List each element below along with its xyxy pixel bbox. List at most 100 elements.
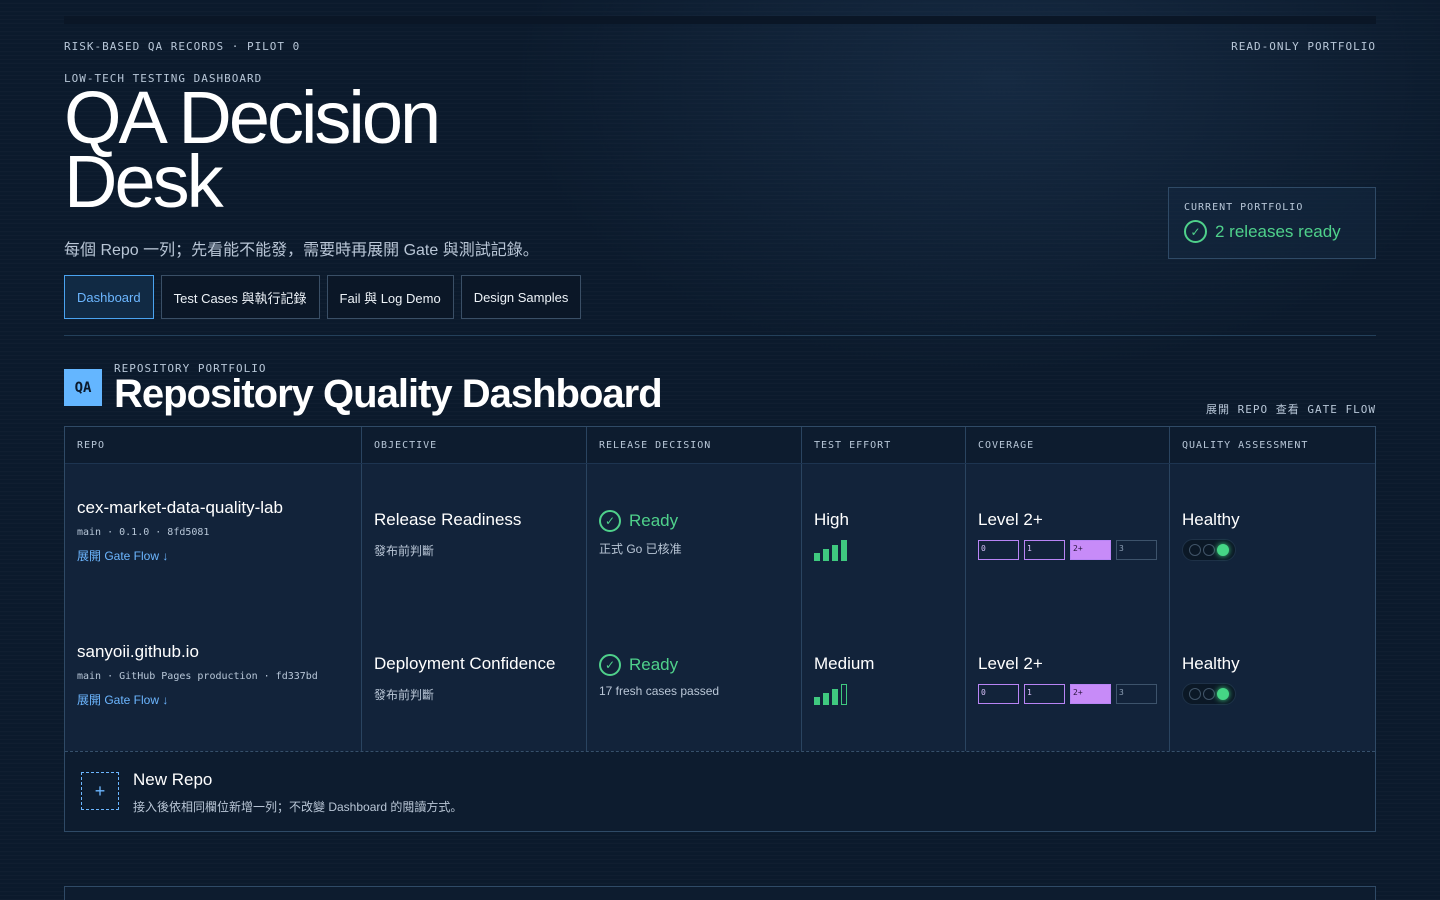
assessment-label: Healthy [1182,510,1240,529]
effort-bars [814,539,953,561]
effort-bar [814,553,820,561]
repo-column: cex-market-data-quality-lab main · 0.1.0… [65,464,362,752]
coverage-cell: Level 2+ 0 1 2+ 3 [978,510,1157,560]
status-light [1189,688,1201,700]
column-header-objective: OBJECTIVE [362,427,587,463]
page-title: QA Decision Desk [64,76,441,223]
decision-label: Ready [629,655,679,674]
decision-cell: ✓ Ready 正式 Go 已核准 [599,510,789,557]
decision-status: ✓ Ready [599,510,789,532]
status-lights [1182,539,1236,561]
coverage-level: 2+ [1070,684,1111,704]
add-repo-button[interactable]: + [81,772,119,810]
coverage-level: 0 [978,540,1019,560]
main-tabs: Dashboard Test Cases 與執行記錄 Fail 與 Log De… [64,275,582,319]
coverage-label: Level 2+ [978,510,1043,529]
coverage-levels: 0 1 2+ 3 [978,684,1157,704]
decision-cell: ✓ Ready 17 fresh cases passed [599,654,789,698]
effort-bar [814,697,820,705]
table-body: cex-market-data-quality-lab main · 0.1.0… [65,464,1375,752]
status-card-label: CURRENT PORTFOLIO [1184,202,1304,213]
table-header: REPO OBJECTIVE RELEASE DECISION TEST EFF… [65,427,1375,464]
table-row: sanyoii.github.io main · GitHub Pages pr… [77,642,349,709]
status-card-value: 2 releases ready [1215,221,1341,241]
new-repo-description: 接入後依相同欄位新增一列；不改變 Dashboard 的閱讀方式。 [133,800,463,814]
header-eyebrow-right: READ-ONLY PORTFOLIO [1231,40,1376,53]
objective-sub: 發布前判斷 [374,544,435,558]
status-card-value-wrap: ✓ 2 releases ready [1184,220,1360,243]
repo-name: sanyoii.github.io [77,642,199,661]
section-hint: 展開 REPO 查看 GATE FLOW [1206,403,1376,416]
assessment-label: Healthy [1182,654,1240,673]
effort-bar [841,684,847,705]
check-circle-icon: ✓ [599,654,621,676]
section-divider [64,335,1376,336]
check-circle-icon: ✓ [1184,220,1207,243]
coverage-level: 3 [1116,684,1157,704]
tab-fail-log-demo[interactable]: Fail 與 Log Demo [326,275,454,319]
coverage-level: 1 [1024,540,1065,560]
decision-status: ✓ Ready [599,654,789,676]
repo-name: cex-market-data-quality-lab [77,498,283,517]
top-progress-strip [64,16,1376,24]
assessment-cell: Healthy [1182,654,1363,705]
quality-assessment-column: Healthy Healthy [1170,464,1375,752]
test-effort-column: High Medium [802,464,966,752]
effort-bar [832,689,838,705]
column-header-test-effort: TEST EFFORT [802,427,966,463]
page-subtitle: 每個 Repo 一列；先看能不能發，需要時再展開 Gate 與測試記錄。 [64,242,539,259]
effort-bar [832,545,838,561]
objective-column: Release Readiness 發布前判斷 Deployment Confi… [362,464,587,752]
effort-bar [841,540,847,561]
coverage-column: Level 2+ 0 1 2+ 3 Level 2+ 0 1 2+ 3 [966,464,1170,752]
column-header-repo: REPO [65,427,362,463]
status-light [1203,688,1215,700]
objective-cell: Release Readiness 發布前判斷 [374,510,574,559]
status-light [1217,544,1229,556]
expand-gate-flow-link[interactable]: 展開 Gate Flow ↓ [77,547,168,564]
coverage-level: 1 [1024,684,1065,704]
status-lights [1182,683,1236,705]
decision-sub: 17 fresh cases passed [599,684,720,698]
repo-meta: main · 0.1.0 · 8fd5081 [77,527,210,538]
check-circle-icon: ✓ [599,510,621,532]
release-decision-column: ✓ Ready 正式 Go 已核准 ✓ Ready 17 fresh cases… [587,464,802,752]
repository-table: REPO OBJECTIVE RELEASE DECISION TEST EFF… [64,426,1376,832]
coverage-level: 0 [978,684,1019,704]
tab-test-cases[interactable]: Test Cases 與執行記錄 [160,275,320,319]
tab-design-samples[interactable]: Design Samples [460,275,582,319]
expand-gate-flow-link[interactable]: 展開 Gate Flow ↓ [77,691,168,708]
section-title: Repository Quality Dashboard [114,372,663,416]
coverage-levels: 0 1 2+ 3 [978,540,1157,560]
status-light [1189,544,1201,556]
column-header-quality-assessment: QUALITY ASSESSMENT [1182,439,1309,451]
objective-title: Deployment Confidence [374,654,556,673]
coverage-level: 2+ [1070,540,1111,560]
section-badge: QA [64,369,102,406]
column-header-coverage: COVERAGE [966,427,1170,463]
effort-bars [814,683,953,705]
header-eyebrow-left: RISK-BASED QA RECORDS · PILOT 0 [64,40,301,53]
status-light [1203,544,1215,556]
coverage-label: Level 2+ [978,654,1043,673]
effort-cell: Medium [814,654,953,705]
next-section-panel [64,886,1376,900]
tab-dashboard[interactable]: Dashboard [64,275,154,319]
effort-label: High [814,510,849,529]
decision-sub: 正式 Go 已核准 [599,542,682,556]
objective-cell: Deployment Confidence 發布前判斷 [374,654,574,703]
objective-title: Release Readiness [374,510,522,529]
effort-cell: High [814,510,953,561]
coverage-cell: Level 2+ 0 1 2+ 3 [978,654,1157,704]
repo-meta: main · GitHub Pages production · fd337bd [77,671,318,682]
decision-label: Ready [629,511,679,530]
effort-bar [823,549,829,561]
status-light [1217,688,1229,700]
coverage-level: 3 [1116,540,1157,560]
assessment-cell: Healthy [1182,510,1363,561]
effort-label: Medium [814,654,875,673]
objective-sub: 發布前判斷 [374,688,435,702]
column-header-release-decision: RELEASE DECISION [587,427,802,463]
effort-bar [823,693,829,705]
current-portfolio-card: CURRENT PORTFOLIO ✓ 2 releases ready [1168,187,1376,259]
